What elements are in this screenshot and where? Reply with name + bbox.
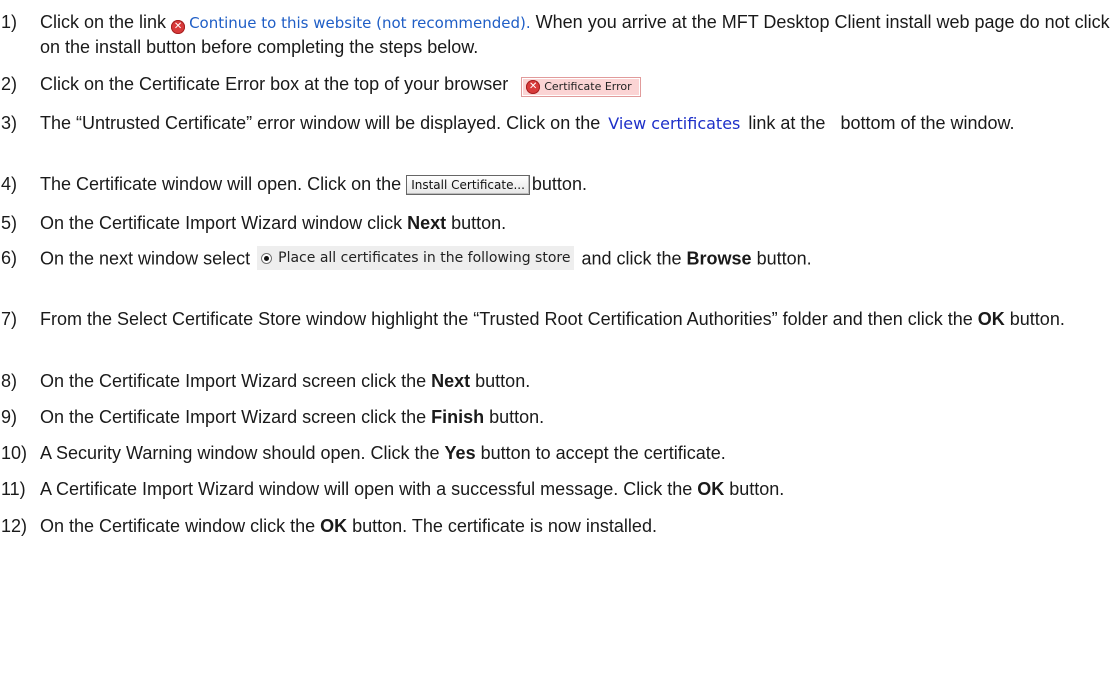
button-name-bold: OK bbox=[697, 479, 725, 499]
step-text-post: button to accept the certificate. bbox=[475, 443, 726, 463]
step-text: Click on the link ✕ Continue to this webs… bbox=[40, 10, 1110, 59]
step-number: 6) bbox=[1, 248, 18, 268]
step-4: 4) The Certificate window will open. Cli… bbox=[0, 172, 1110, 196]
place-certificates-radio-option[interactable]: Place all certificates in the following … bbox=[257, 246, 575, 270]
step-text: The “Untrusted Certificate” error window… bbox=[40, 111, 1110, 136]
step-10: 10) A Security Warning window should ope… bbox=[0, 441, 1110, 465]
step-text-post: button. bbox=[724, 479, 785, 499]
button-name-bold: Yes bbox=[444, 443, 476, 463]
step-text-pre: The Certificate window will open. Click … bbox=[40, 174, 402, 194]
step-8: 8) On the Certificate Import Wizard scre… bbox=[0, 369, 1110, 393]
step-text-post: button. bbox=[470, 371, 531, 391]
step-text-pre: The “Untrusted Certificate” error window… bbox=[40, 113, 601, 133]
step-text-post: link at the bottom of the window. bbox=[748, 113, 1015, 133]
step-text: On the Certificate Import Wizard screen … bbox=[40, 405, 1110, 429]
step-number: 9) bbox=[1, 407, 18, 427]
step-text: On the Certificate window click the OK b… bbox=[40, 514, 1110, 538]
step-number: 3) bbox=[1, 113, 18, 133]
step-text-post: button. bbox=[484, 407, 545, 427]
step-5: 5) On the Certificate Import Wizard wind… bbox=[0, 211, 1110, 235]
step-text: On the Certificate Import Wizard window … bbox=[40, 211, 1110, 235]
step-3: 3) The “Untrusted Certificate” error win… bbox=[0, 111, 1110, 136]
step-2: 2) Click on the Certificate Error box at… bbox=[0, 72, 1110, 97]
step-text-pre: From the Select Certificate Store window… bbox=[40, 309, 978, 329]
step-12: 12) On the Certificate window click the … bbox=[0, 514, 1110, 538]
step-number: 10) bbox=[1, 443, 28, 463]
step-text-mid: and click the bbox=[581, 248, 687, 269]
step-text: On the Certificate Import Wizard screen … bbox=[40, 369, 1110, 393]
step-number: 1) bbox=[1, 12, 18, 32]
step-6: 6) On the next window select Place all c… bbox=[0, 246, 1110, 271]
step-text-post: button. bbox=[531, 174, 587, 194]
step-text: From the Select Certificate Store window… bbox=[40, 307, 1110, 331]
step-text: On the next window select Place all cert… bbox=[40, 246, 1110, 271]
radio-option-label: Place all certificates in the following … bbox=[278, 250, 571, 266]
step-number: 5) bbox=[1, 213, 18, 233]
continue-website-link[interactable]: ✕ Continue to this website (not recommend… bbox=[171, 14, 531, 34]
button-name-bold: Next bbox=[407, 213, 447, 233]
certificate-error-badge[interactable]: ✕ Certificate Error bbox=[521, 77, 641, 97]
button-name-bold: Next bbox=[431, 371, 471, 391]
step-text-post: button. The certificate is now installed… bbox=[347, 516, 657, 536]
step-text: The Certificate window will open. Click … bbox=[40, 172, 1110, 196]
step-text-pre: On the next window select bbox=[40, 248, 251, 269]
step-text: A Security Warning window should open. C… bbox=[40, 441, 1110, 465]
button-name-bold: OK bbox=[320, 516, 348, 536]
instruction-page: 1) Click on the link ✕ Continue to this w… bbox=[0, 0, 1118, 676]
step-text-pre: On the Certificate Import Wizard window … bbox=[40, 213, 408, 233]
step-9: 9) On the Certificate Import Wizard scre… bbox=[0, 405, 1110, 429]
step-text-pre: Click on the Certificate Error box at th… bbox=[40, 74, 509, 94]
step-text-pre: On the Certificate Import Wizard screen … bbox=[40, 407, 432, 427]
button-name-bold: Finish bbox=[431, 407, 485, 427]
shield-error-icon: ✕ bbox=[526, 80, 541, 94]
step-text-post: button. bbox=[446, 213, 507, 233]
shield-error-icon: ✕ bbox=[171, 20, 186, 34]
button-name-bold: Browse bbox=[686, 248, 752, 269]
step-text: Click on the Certificate Error box at th… bbox=[40, 72, 1110, 97]
step-text-pre: On the Certificate window click the bbox=[40, 516, 321, 536]
step-text-pre: A Security Warning window should open. C… bbox=[40, 443, 445, 463]
view-certificates-link[interactable]: View certificates bbox=[608, 114, 740, 133]
step-text-post: button. bbox=[1004, 309, 1065, 329]
step-number: 7) bbox=[1, 309, 18, 329]
step-11: 11) A Certificate Import Wizard window w… bbox=[0, 477, 1110, 501]
step-number: 2) bbox=[1, 74, 18, 94]
step-text-pre: A Certificate Import Wizard window will … bbox=[40, 479, 698, 499]
step-number: 12) bbox=[1, 516, 28, 536]
step-1: 1) Click on the link ✕ Continue to this w… bbox=[0, 10, 1110, 59]
certificate-error-label: Certificate Error bbox=[544, 80, 632, 93]
continue-website-link-label: Continue to this website (not recommende… bbox=[189, 14, 531, 32]
step-number: 11) bbox=[1, 479, 26, 499]
radio-selected-icon[interactable] bbox=[261, 252, 273, 264]
step-number: 4) bbox=[1, 174, 18, 194]
step-7: 7) From the Select Certificate Store win… bbox=[0, 307, 1110, 331]
step-number: 8) bbox=[1, 371, 18, 391]
step-text-post: button. bbox=[751, 248, 812, 269]
step-text-pre: Click on the link bbox=[40, 12, 167, 32]
step-text-pre: On the Certificate Import Wizard screen … bbox=[40, 371, 432, 391]
step-text: A Certificate Import Wizard window will … bbox=[40, 477, 1110, 501]
install-certificate-button[interactable]: Install Certificate... bbox=[406, 175, 530, 195]
button-name-bold: OK bbox=[977, 309, 1005, 329]
